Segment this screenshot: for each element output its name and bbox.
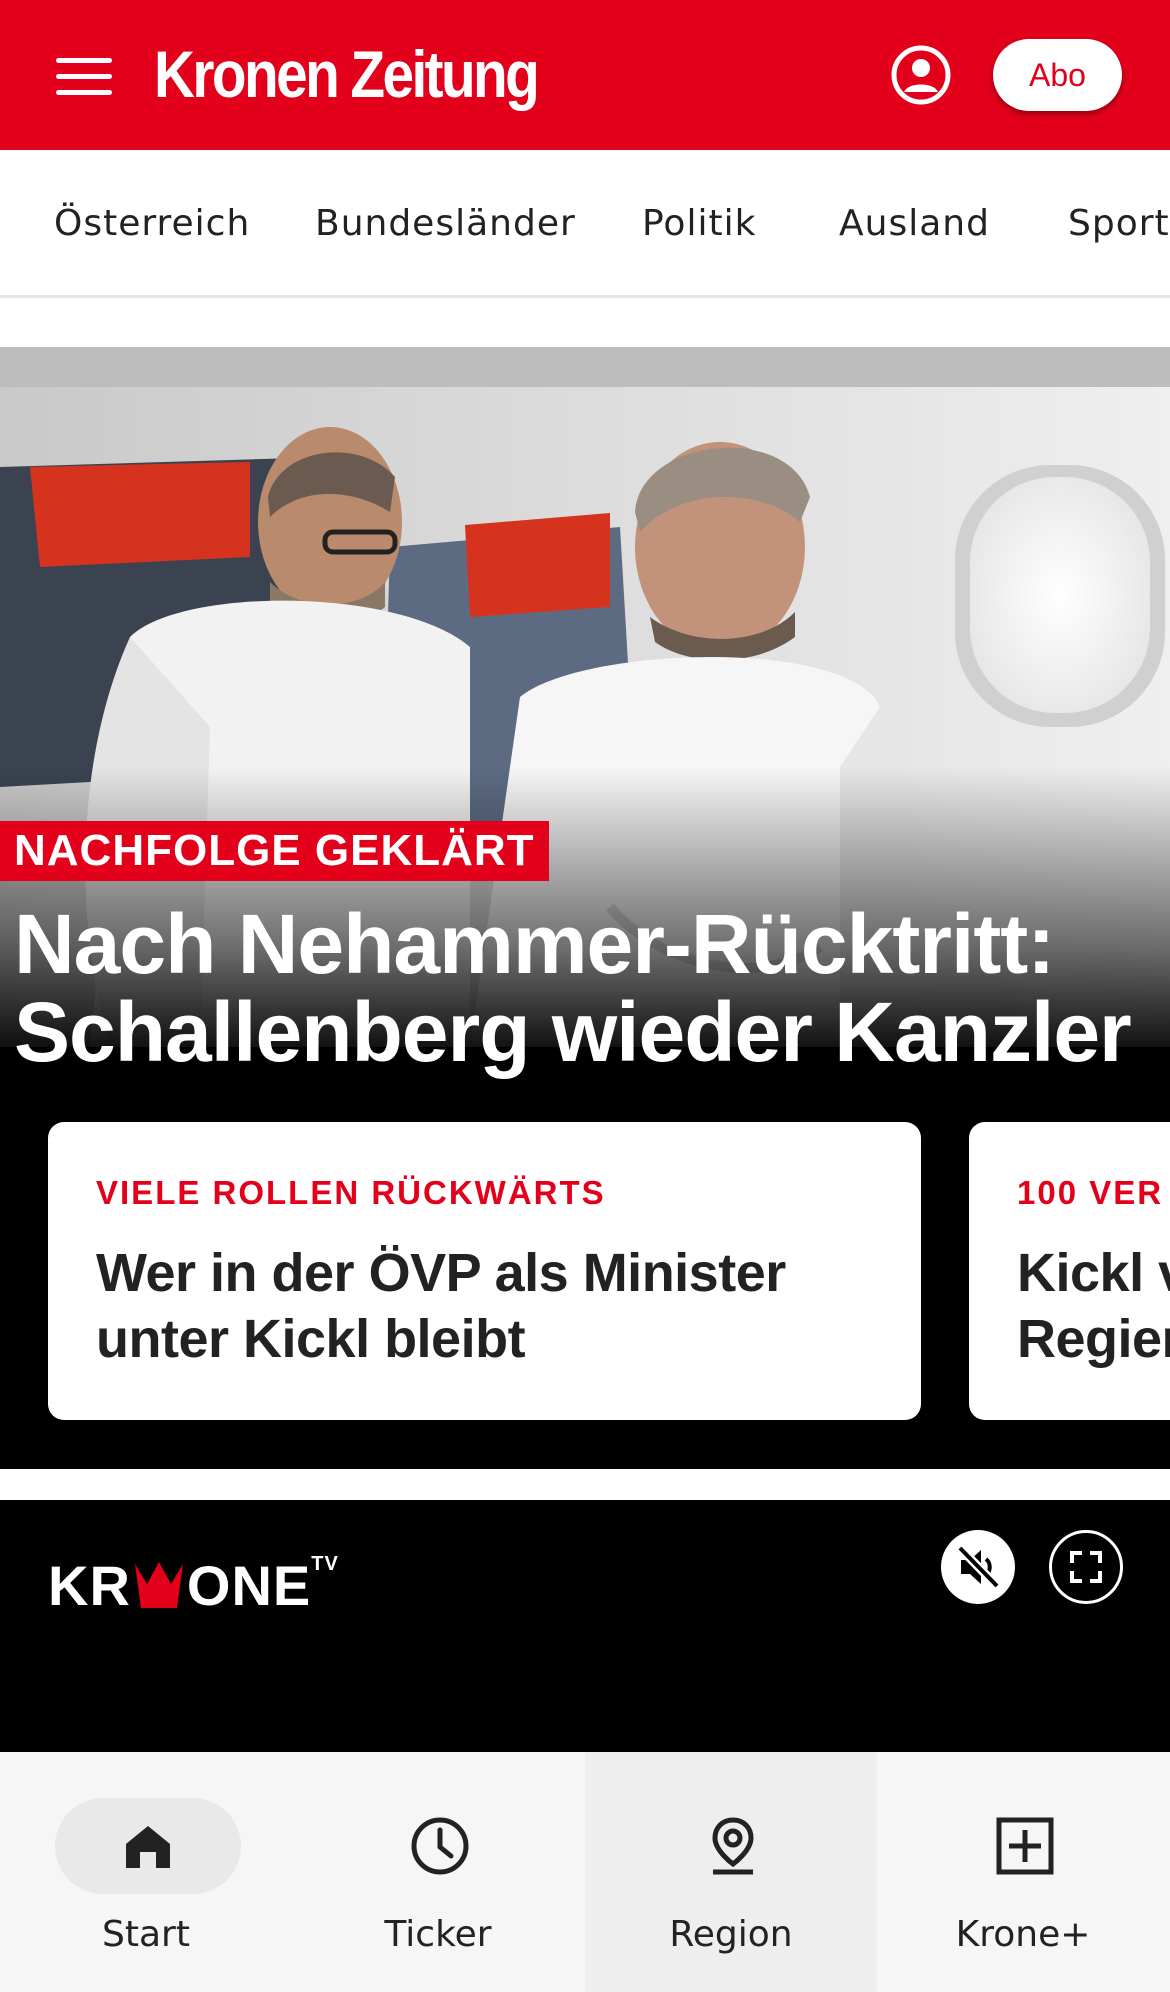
fullscreen-icon: [1070, 1551, 1102, 1583]
home-icon: [126, 1826, 170, 1868]
clock-icon: [411, 1817, 469, 1875]
location-pin-icon: [712, 1817, 754, 1875]
teaser-title: Wer in der ÖVP als Minister unter Kickl …: [96, 1243, 786, 1369]
section-nav: Österreich Bundesländer Politik Ausland …: [0, 150, 1170, 298]
tab-start[interactable]: Start: [0, 1752, 292, 1992]
teaser-kicker: VIELE ROLLEN RÜCKWÄRTS: [96, 1174, 606, 1211]
nav-item-bundeslaender[interactable]: Bundesländer: [315, 150, 576, 295]
hero-section: NACHFOLGE GEKLÄRT Nach Nehammer-Rücktrit…: [0, 347, 1170, 1469]
nav-item-ausland[interactable]: Ausland: [839, 150, 990, 295]
tab-label: Start: [102, 1914, 190, 1955]
app-header: Kronen Zeitung Abo: [0, 0, 1170, 150]
fullscreen-button[interactable]: [1049, 1530, 1123, 1604]
tv-logo-sup: TV: [311, 1553, 339, 1575]
hamburger-menu-icon[interactable]: [56, 56, 112, 96]
teaser-card[interactable]: 100 VER Kickl v Regier: [969, 1122, 1170, 1420]
tab-ticker[interactable]: Ticker: [292, 1752, 584, 1992]
nav-item-sport[interactable]: Sport: [1068, 150, 1170, 295]
tab-label: Region: [669, 1914, 793, 1955]
site-logo[interactable]: Kronen Zeitung: [154, 34, 540, 114]
mute-button[interactable]: [941, 1530, 1015, 1604]
bottom-nav: Start Ticker Region Krone+: [0, 1752, 1170, 1992]
abo-button[interactable]: Abo: [993, 39, 1122, 111]
krone-tv-logo: KR ONE TV: [48, 1545, 339, 1625]
user-account-icon[interactable]: [890, 44, 952, 106]
tab-label: Krone+: [955, 1914, 1091, 1955]
crown-icon: [134, 1562, 183, 1608]
tab-krone-plus[interactable]: Krone+: [877, 1752, 1169, 1992]
tv-logo-right: ONE: [186, 1553, 312, 1617]
nav-item-oesterreich[interactable]: Österreich: [54, 150, 250, 295]
muted-speaker-icon: [956, 1544, 1001, 1590]
tab-label: Ticker: [384, 1914, 492, 1955]
teaser-card[interactable]: VIELE ROLLEN RÜCKWÄRTS Wer in der ÖVP al…: [48, 1122, 921, 1420]
teaser-title: Kickl v Regier: [1017, 1243, 1170, 1369]
nav-item-politik[interactable]: Politik: [642, 150, 756, 295]
teaser-kicker: 100 VER: [1017, 1174, 1164, 1211]
hero-headline[interactable]: Nach Nehammer-Rücktritt: Schallenberg wi…: [14, 900, 1154, 1076]
tv-logo-left: KR: [48, 1553, 131, 1617]
hero-kicker: NACHFOLGE GEKLÄRT: [0, 821, 549, 881]
krone-tv-player[interactable]: KR ONE TV: [0, 1500, 1170, 1752]
plus-square-icon: [996, 1817, 1054, 1875]
tab-region[interactable]: Region: [585, 1752, 877, 1992]
